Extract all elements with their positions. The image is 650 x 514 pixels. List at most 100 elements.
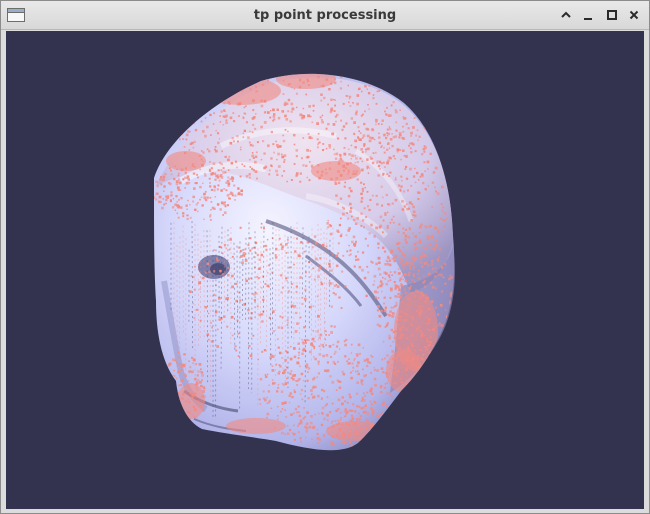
point-sample	[207, 338, 210, 341]
point-sample	[284, 433, 286, 435]
point-sample	[189, 290, 192, 293]
title-bar[interactable]: tp point processing	[1, 1, 649, 30]
point-sample	[391, 144, 394, 148]
point-sample	[177, 352, 180, 354]
point-sample	[210, 167, 213, 170]
point-sample	[323, 417, 326, 420]
point-sample	[232, 112, 235, 114]
point-sample	[440, 273, 443, 277]
point-sample	[386, 106, 388, 109]
point-sample	[366, 358, 369, 362]
point-sample	[419, 257, 422, 260]
point-sample	[422, 281, 425, 284]
point-sample	[237, 140, 239, 143]
point-sample	[156, 184, 159, 188]
point-sample	[397, 424, 400, 427]
point-sample	[249, 354, 253, 358]
point-sample	[237, 355, 240, 357]
minimize-button[interactable]	[579, 6, 597, 24]
point-sample	[437, 324, 440, 327]
point-sample	[371, 194, 374, 197]
point-sample	[448, 333, 451, 336]
point-sample	[375, 262, 378, 266]
point-sample	[387, 211, 389, 214]
point-sample	[283, 154, 287, 157]
point-sample	[206, 125, 209, 129]
point-sample	[204, 271, 207, 274]
point-sample	[386, 173, 389, 176]
point-sample	[335, 264, 339, 268]
point-sample	[325, 127, 328, 130]
point-sample	[447, 335, 449, 338]
point-sample	[177, 216, 180, 219]
point-sample	[355, 258, 358, 261]
point-sample	[354, 139, 358, 143]
point-sample	[387, 114, 391, 117]
point-sample	[413, 249, 416, 251]
maximize-button[interactable]	[603, 6, 621, 24]
point-sample	[291, 374, 295, 378]
point-sample	[268, 169, 271, 172]
point-sample	[426, 255, 428, 258]
point-sample	[354, 146, 357, 149]
point-sample	[255, 113, 257, 115]
point-sample	[155, 192, 159, 196]
point-sample	[287, 110, 290, 113]
point-sample	[176, 411, 179, 415]
point-sample	[401, 422, 404, 426]
point-sample	[363, 183, 365, 186]
point-sample	[370, 435, 373, 438]
point-sample	[285, 252, 287, 254]
point-sample	[232, 140, 235, 143]
point-sample	[181, 426, 184, 429]
close-button[interactable]	[625, 6, 643, 24]
point-sample	[366, 165, 369, 168]
point-sample	[373, 280, 376, 282]
point-sample	[383, 151, 386, 154]
point-sample	[256, 177, 258, 180]
point-sample	[415, 388, 418, 391]
point-sample	[415, 134, 418, 137]
point-sample	[403, 117, 407, 120]
point-sample	[436, 344, 439, 346]
point-sample	[401, 275, 404, 278]
point-sample	[394, 158, 396, 160]
point-sample	[267, 285, 270, 288]
point-sample	[326, 419, 329, 422]
point-sample	[432, 374, 435, 377]
point-sample	[342, 212, 345, 216]
point-sample	[379, 273, 382, 276]
point-sample	[290, 283, 293, 285]
point-sample	[264, 398, 267, 402]
point-sample	[264, 374, 267, 376]
point-sample	[421, 387, 423, 389]
point-sample	[170, 194, 173, 197]
point-sample	[326, 413, 329, 417]
point-sample	[365, 418, 369, 422]
point-sample	[364, 437, 367, 440]
point-sample	[297, 425, 299, 427]
point-sample	[172, 386, 176, 390]
point-sample	[400, 251, 403, 254]
point-sample	[378, 314, 382, 318]
point-sample	[217, 132, 220, 135]
shade-button[interactable]	[557, 6, 575, 24]
point-sample	[331, 443, 333, 445]
point-sample	[165, 395, 167, 398]
point-sample	[426, 160, 430, 164]
point-sample	[200, 120, 203, 123]
point-sample	[240, 146, 242, 149]
point-sample	[449, 277, 452, 280]
point-sample	[364, 445, 366, 447]
point-sample	[228, 197, 230, 200]
point-sample	[418, 269, 420, 272]
point-sample	[193, 103, 196, 106]
3d-viewport[interactable]	[6, 31, 644, 509]
point-sample	[203, 277, 205, 279]
point-sample	[356, 94, 360, 97]
head-scan-render[interactable]	[6, 31, 644, 509]
point-sample	[377, 256, 380, 260]
point-sample	[419, 232, 421, 234]
point-sample	[227, 204, 229, 207]
point-sample	[301, 341, 305, 344]
